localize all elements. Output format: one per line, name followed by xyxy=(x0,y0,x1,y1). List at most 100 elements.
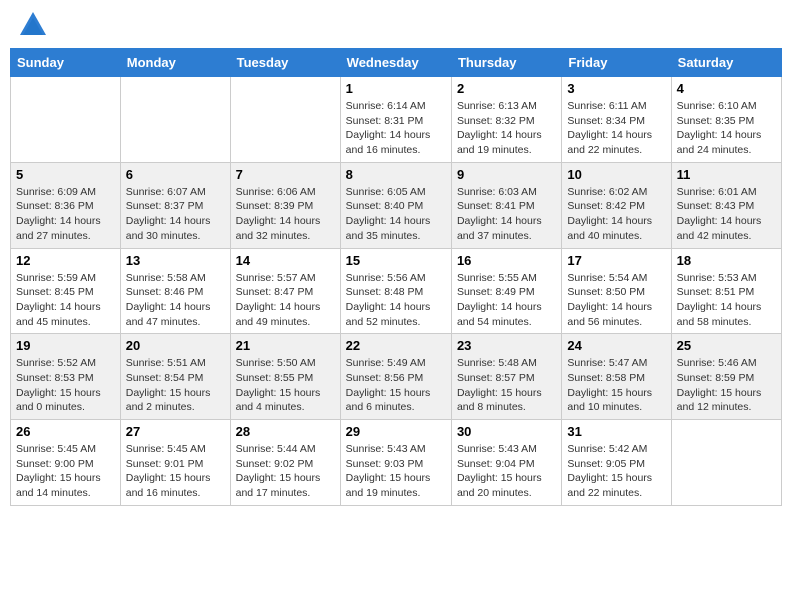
day-info: Sunrise: 5:53 AM Sunset: 8:51 PM Dayligh… xyxy=(677,271,776,330)
calendar-week-row: 5 Sunrise: 6:09 AM Sunset: 8:36 PM Daylig… xyxy=(11,162,782,248)
day-info: Sunrise: 5:42 AM Sunset: 9:05 PM Dayligh… xyxy=(567,442,665,501)
day-info: Sunrise: 6:05 AM Sunset: 8:40 PM Dayligh… xyxy=(346,185,446,244)
page-header xyxy=(10,10,782,40)
weekday-header-tuesday: Tuesday xyxy=(230,49,340,77)
day-info: Sunrise: 5:45 AM Sunset: 9:01 PM Dayligh… xyxy=(126,442,225,501)
calendar-day-cell: 19Sunrise: 5:52 AM Sunset: 8:53 PM Dayli… xyxy=(11,334,121,420)
day-info: Sunrise: 5:56 AM Sunset: 8:48 PM Dayligh… xyxy=(346,271,446,330)
day-number: 24 xyxy=(567,338,665,353)
calendar-day-cell: 23 Sunrise: 5:48 AM Sunset: 8:57 PM Dayli… xyxy=(451,334,561,420)
day-number: 14 xyxy=(236,253,335,268)
day-info: Sunrise: 6:09 AM Sunset: 8:36 PM Dayligh… xyxy=(16,185,115,244)
calendar-day-cell: 1Sunrise: 6:14 AM Sunset: 8:31 PM Daylig… xyxy=(340,77,451,163)
day-number: 27 xyxy=(126,424,225,439)
calendar-week-row: 19Sunrise: 5:52 AM Sunset: 8:53 PM Dayli… xyxy=(11,334,782,420)
calendar-day-cell: 11 Sunrise: 6:01 AM Sunset: 8:43 PM Dayli… xyxy=(671,162,781,248)
day-info: Sunrise: 6:07 AM Sunset: 8:37 PM Dayligh… xyxy=(126,185,225,244)
day-number: 28 xyxy=(236,424,335,439)
day-number: 21 xyxy=(236,338,335,353)
day-info: Sunrise: 6:10 AM Sunset: 8:35 PM Dayligh… xyxy=(677,99,776,158)
day-info: Sunrise: 5:44 AM Sunset: 9:02 PM Dayligh… xyxy=(236,442,335,501)
calendar-day-cell: 26Sunrise: 5:45 AM Sunset: 9:00 PM Dayli… xyxy=(11,420,121,506)
calendar-day-cell: 3 Sunrise: 6:11 AM Sunset: 8:34 PM Daylig… xyxy=(562,77,671,163)
calendar-week-row: 12Sunrise: 5:59 AM Sunset: 8:45 PM Dayli… xyxy=(11,248,782,334)
day-info: Sunrise: 5:49 AM Sunset: 8:56 PM Dayligh… xyxy=(346,356,446,415)
calendar-day-cell: 12Sunrise: 5:59 AM Sunset: 8:45 PM Dayli… xyxy=(11,248,121,334)
calendar-day-cell: 10 Sunrise: 6:02 AM Sunset: 8:42 PM Dayli… xyxy=(562,162,671,248)
day-number: 20 xyxy=(126,338,225,353)
calendar-day-cell: 6 Sunrise: 6:07 AM Sunset: 8:37 PM Daylig… xyxy=(120,162,230,248)
calendar-day-cell: 9 Sunrise: 6:03 AM Sunset: 8:41 PM Daylig… xyxy=(451,162,561,248)
calendar-day-cell: 27 Sunrise: 5:45 AM Sunset: 9:01 PM Dayli… xyxy=(120,420,230,506)
day-info: Sunrise: 5:45 AM Sunset: 9:00 PM Dayligh… xyxy=(16,442,115,501)
day-number: 5 xyxy=(16,167,115,182)
logo xyxy=(14,10,48,40)
calendar-day-cell: 14 Sunrise: 5:57 AM Sunset: 8:47 PM Dayli… xyxy=(230,248,340,334)
calendar-day-cell: 20 Sunrise: 5:51 AM Sunset: 8:54 PM Dayli… xyxy=(120,334,230,420)
day-info: Sunrise: 5:46 AM Sunset: 8:59 PM Dayligh… xyxy=(677,356,776,415)
calendar-day-cell: 28 Sunrise: 5:44 AM Sunset: 9:02 PM Dayli… xyxy=(230,420,340,506)
calendar-day-cell xyxy=(11,77,121,163)
weekday-header-saturday: Saturday xyxy=(671,49,781,77)
day-info: Sunrise: 5:54 AM Sunset: 8:50 PM Dayligh… xyxy=(567,271,665,330)
calendar-day-cell: 24 Sunrise: 5:47 AM Sunset: 8:58 PM Dayli… xyxy=(562,334,671,420)
calendar-day-cell xyxy=(230,77,340,163)
calendar-day-cell: 21 Sunrise: 5:50 AM Sunset: 8:55 PM Dayli… xyxy=(230,334,340,420)
day-info: Sunrise: 6:06 AM Sunset: 8:39 PM Dayligh… xyxy=(236,185,335,244)
day-info: Sunrise: 5:50 AM Sunset: 8:55 PM Dayligh… xyxy=(236,356,335,415)
calendar-day-cell: 2Sunrise: 6:13 AM Sunset: 8:32 PM Daylig… xyxy=(451,77,561,163)
day-number: 29 xyxy=(346,424,446,439)
day-number: 23 xyxy=(457,338,556,353)
day-number: 22 xyxy=(346,338,446,353)
day-info: Sunrise: 5:43 AM Sunset: 9:03 PM Dayligh… xyxy=(346,442,446,501)
day-info: Sunrise: 6:02 AM Sunset: 8:42 PM Dayligh… xyxy=(567,185,665,244)
day-number: 6 xyxy=(126,167,225,182)
day-number: 11 xyxy=(677,167,776,182)
day-info: Sunrise: 5:58 AM Sunset: 8:46 PM Dayligh… xyxy=(126,271,225,330)
day-info: Sunrise: 6:03 AM Sunset: 8:41 PM Dayligh… xyxy=(457,185,556,244)
day-info: Sunrise: 6:01 AM Sunset: 8:43 PM Dayligh… xyxy=(677,185,776,244)
calendar-day-cell: 22 Sunrise: 5:49 AM Sunset: 8:56 PM Dayli… xyxy=(340,334,451,420)
day-info: Sunrise: 5:57 AM Sunset: 8:47 PM Dayligh… xyxy=(236,271,335,330)
day-number: 12 xyxy=(16,253,115,268)
day-number: 8 xyxy=(346,167,446,182)
day-info: Sunrise: 5:55 AM Sunset: 8:49 PM Dayligh… xyxy=(457,271,556,330)
calendar-table: SundayMondayTuesdayWednesdayThursdayFrid… xyxy=(10,48,782,506)
weekday-header-wednesday: Wednesday xyxy=(340,49,451,77)
calendar-day-cell: 31Sunrise: 5:42 AM Sunset: 9:05 PM Dayli… xyxy=(562,420,671,506)
day-number: 17 xyxy=(567,253,665,268)
day-number: 13 xyxy=(126,253,225,268)
day-number: 7 xyxy=(236,167,335,182)
day-number: 30 xyxy=(457,424,556,439)
day-number: 9 xyxy=(457,167,556,182)
day-number: 18 xyxy=(677,253,776,268)
calendar-day-cell: 4Sunrise: 6:10 AM Sunset: 8:35 PM Daylig… xyxy=(671,77,781,163)
calendar-day-cell: 8 Sunrise: 6:05 AM Sunset: 8:40 PM Daylig… xyxy=(340,162,451,248)
calendar-day-cell: 25Sunrise: 5:46 AM Sunset: 8:59 PM Dayli… xyxy=(671,334,781,420)
calendar-day-cell: 16 Sunrise: 5:55 AM Sunset: 8:49 PM Dayli… xyxy=(451,248,561,334)
calendar-day-cell: 5 Sunrise: 6:09 AM Sunset: 8:36 PM Daylig… xyxy=(11,162,121,248)
calendar-day-cell: 13 Sunrise: 5:58 AM Sunset: 8:46 PM Dayli… xyxy=(120,248,230,334)
calendar-day-cell xyxy=(120,77,230,163)
weekday-header-monday: Monday xyxy=(120,49,230,77)
day-number: 3 xyxy=(567,81,665,96)
day-number: 16 xyxy=(457,253,556,268)
weekday-header-sunday: Sunday xyxy=(11,49,121,77)
day-info: Sunrise: 6:13 AM Sunset: 8:32 PM Dayligh… xyxy=(457,99,556,158)
weekday-header-thursday: Thursday xyxy=(451,49,561,77)
logo-icon xyxy=(18,10,48,40)
calendar-day-cell xyxy=(671,420,781,506)
day-info: Sunrise: 6:14 AM Sunset: 8:31 PM Dayligh… xyxy=(346,99,446,158)
day-info: Sunrise: 6:11 AM Sunset: 8:34 PM Dayligh… xyxy=(567,99,665,158)
day-number: 10 xyxy=(567,167,665,182)
calendar-day-cell: 15 Sunrise: 5:56 AM Sunset: 8:48 PM Dayli… xyxy=(340,248,451,334)
day-info: Sunrise: 5:48 AM Sunset: 8:57 PM Dayligh… xyxy=(457,356,556,415)
calendar-week-row: 26Sunrise: 5:45 AM Sunset: 9:00 PM Dayli… xyxy=(11,420,782,506)
calendar-day-cell: 7 Sunrise: 6:06 AM Sunset: 8:39 PM Daylig… xyxy=(230,162,340,248)
calendar-day-cell: 29 Sunrise: 5:43 AM Sunset: 9:03 PM Dayli… xyxy=(340,420,451,506)
day-info: Sunrise: 5:51 AM Sunset: 8:54 PM Dayligh… xyxy=(126,356,225,415)
day-number: 15 xyxy=(346,253,446,268)
day-info: Sunrise: 5:43 AM Sunset: 9:04 PM Dayligh… xyxy=(457,442,556,501)
calendar-day-cell: 18 Sunrise: 5:53 AM Sunset: 8:51 PM Dayli… xyxy=(671,248,781,334)
day-info: Sunrise: 5:47 AM Sunset: 8:58 PM Dayligh… xyxy=(567,356,665,415)
